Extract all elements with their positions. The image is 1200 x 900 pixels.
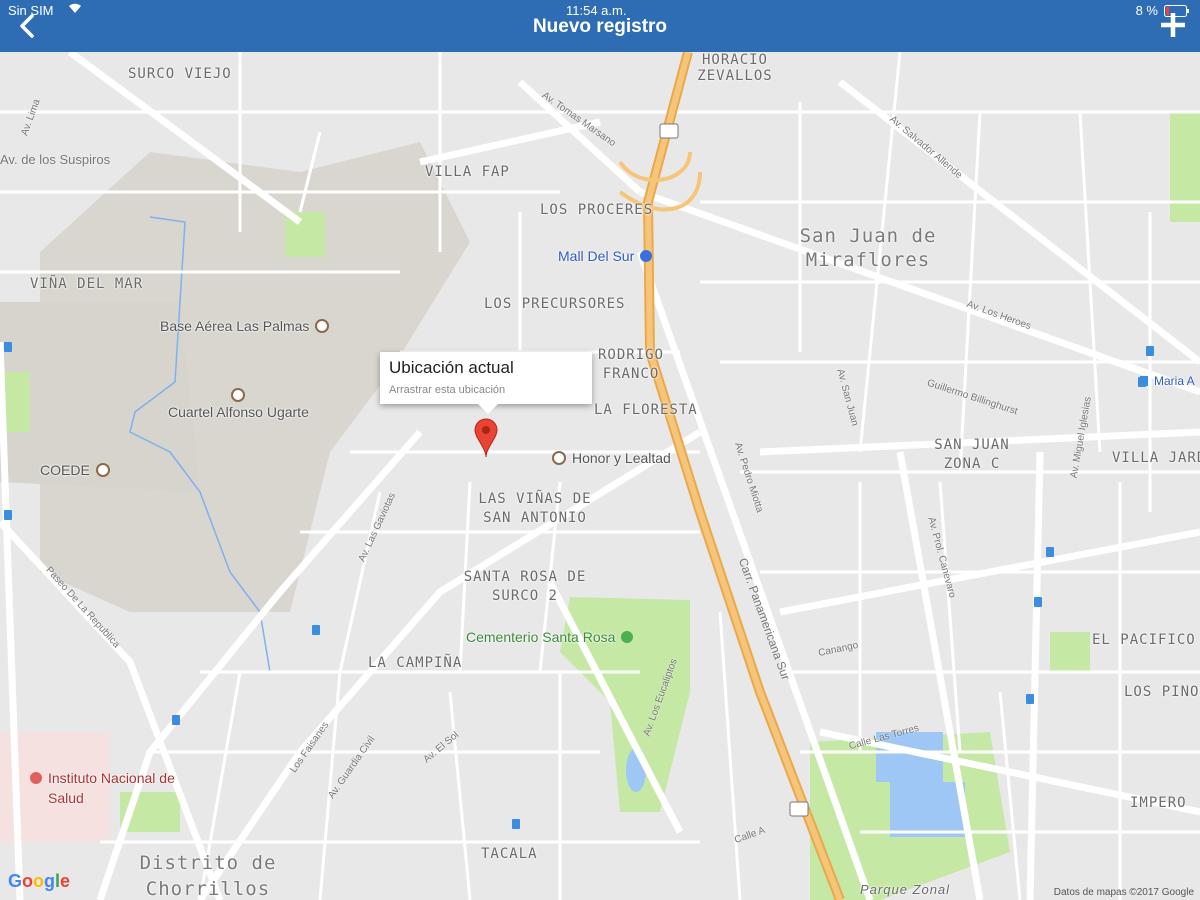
area-label: LAS VIÑAS DE SAN ANTONIO: [478, 491, 592, 526]
area-label: RODRIGO FRANCO: [597, 347, 664, 382]
add-button[interactable]: [1158, 10, 1188, 40]
poi-label: COEDE: [40, 462, 90, 478]
area-label: TACALA: [481, 846, 538, 862]
area-label: LOS PINOS: [1124, 684, 1200, 700]
poi-label: Honor y Lealtad: [572, 450, 671, 466]
area-label: Parque Zonal: [860, 882, 951, 897]
location-marker-icon[interactable]: [474, 418, 498, 458]
street-label: Av. de los Suspiros: [0, 152, 111, 167]
wifi-icon: [68, 2, 82, 17]
poi-honor-lealtad[interactable]: Honor y Lealtad: [552, 450, 671, 466]
area-label: VILLA FAP: [425, 164, 510, 180]
area-label: SURCO VIEJO: [128, 66, 232, 82]
park-icon: [621, 631, 634, 643]
area-label: VILLA JARDÍN: [1112, 450, 1200, 466]
poi-base-aerea[interactable]: Base Aérea Las Palmas: [160, 318, 330, 334]
poi-instituto-salud[interactable]: Instituto Nacional de Salud: [30, 768, 188, 808]
area-label: VIÑA DEL MAR: [30, 276, 144, 292]
poi-label: Instituto Nacional de Salud: [48, 770, 175, 806]
shopping-icon: [640, 250, 653, 262]
plus-icon: [1161, 13, 1185, 37]
poi-label: Cementerio Santa Rosa: [466, 629, 616, 645]
info-window-title: Ubicación actual: [389, 358, 514, 377]
transit-icon: [1140, 376, 1148, 386]
area-label: LOS PROCERES: [540, 202, 654, 218]
landmark-icon: [315, 319, 330, 333]
current-location-info-window[interactable]: Ubicación actual Arrastrar esta ubicació…: [380, 352, 592, 414]
poi-label: Cuartel Alfonso Ugarte: [168, 404, 309, 420]
map-view[interactable]: SURCO VIEJO HORACIO ZEVALLOS VILLA FAP L…: [0, 52, 1200, 900]
poi-cementerio[interactable]: Cementerio Santa Rosa: [466, 629, 634, 645]
poi-maria-a[interactable]: Maria A: [1140, 374, 1195, 388]
area-label: HORACIO ZEVALLOS: [697, 52, 773, 84]
hospital-icon: [30, 772, 42, 784]
poi-mall[interactable]: Mall Del Sur: [558, 248, 653, 264]
info-window-subtitle: Arrastrar esta ubicación: [389, 384, 506, 396]
landmark-icon: [552, 451, 566, 465]
area-label: LA CAMPIÑA: [368, 655, 463, 671]
page-title: Nuevo registro: [532, 16, 668, 37]
area-label: IMPERO: [1130, 795, 1187, 811]
poi-label: Base Aérea Las Palmas: [160, 318, 310, 334]
map-copyright[interactable]: Datos de mapas ©2017 Google: [1054, 887, 1194, 898]
navigation-bar: Sin SIM 11:54 a.m. 8 % Nuevo registro: [0, 0, 1200, 52]
area-label: LOS PRECURSORES: [484, 296, 626, 312]
area-label: SAN JUAN ZONA C: [934, 437, 1010, 472]
poi-label: Maria A: [1154, 374, 1195, 388]
poi-label: Mall Del Sur: [558, 248, 635, 264]
google-logo: Google: [8, 871, 71, 891]
area-label: Distrito de Chorrillos: [139, 852, 277, 900]
poi-coede[interactable]: COEDE: [40, 462, 110, 478]
poi-cuartel[interactable]: Cuartel Alfonso Ugarte: [168, 388, 309, 420]
landmark-icon: [231, 388, 246, 402]
landmark-icon: [95, 463, 110, 477]
area-label: SANTA ROSA DE SURCO 2: [463, 569, 587, 604]
area-label: EL PACIFICO: [1092, 632, 1196, 648]
area-label: LA FLORESTA: [594, 402, 698, 418]
area-label: San Juan de Miraflores: [799, 225, 937, 271]
